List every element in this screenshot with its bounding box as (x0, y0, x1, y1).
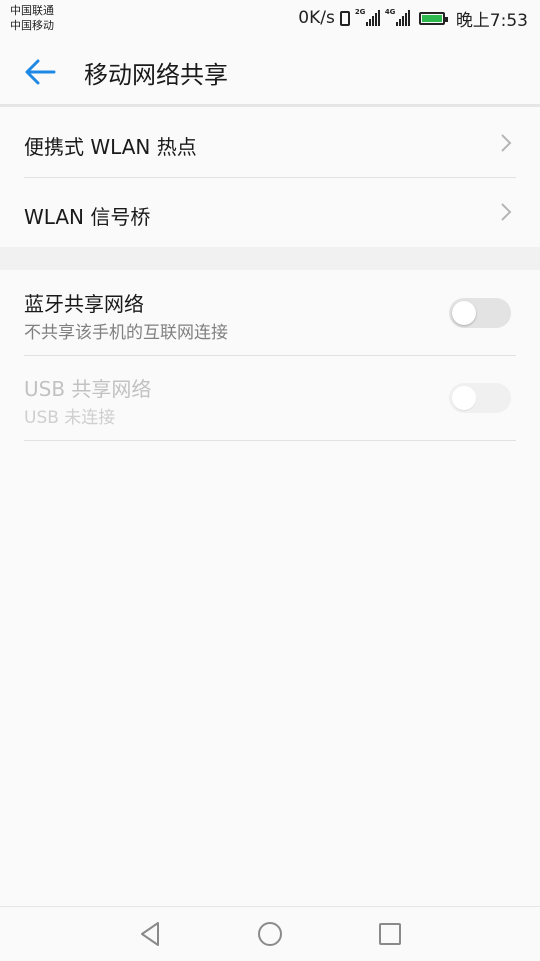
list-item-wlan-hotspot[interactable]: 便携式 WLAN 热点 (0, 107, 540, 178)
usb-tethering-toggle (449, 383, 511, 413)
section-separator (0, 247, 540, 270)
bluetooth-tethering-subtitle: 不共享该手机的互联网连接 (24, 323, 228, 343)
status-bar: 中国联通 中国移动 0K/s 2G 4G 晚上7:53 (0, 0, 540, 36)
sim1-network-type: 2G (354, 8, 366, 16)
arrow-left-icon (25, 59, 56, 85)
square-recents-icon[interactable] (373, 917, 407, 951)
triangle-back-icon[interactable] (134, 917, 168, 951)
back-button[interactable] (20, 52, 60, 92)
carrier-2: 中国移动 (10, 19, 54, 32)
toggle-knob (452, 386, 476, 410)
circle-home-icon[interactable] (253, 917, 287, 951)
carrier-labels: 中国联通 中国移动 (10, 3, 54, 33)
app-bar: 移动网络共享 (0, 36, 540, 106)
page-title: 移动网络共享 (84, 61, 228, 89)
usb-tethering-label: USB 共享网络 (24, 377, 152, 401)
battery-icon (418, 11, 448, 25)
chevron-right-icon (501, 134, 512, 152)
divider (24, 440, 516, 441)
signal-sim2-icon: 4G (384, 8, 410, 26)
vibrate-icon (339, 10, 350, 26)
usb-tethering-subtitle: USB 未连接 (24, 408, 116, 428)
wlan-hotspot-label: 便携式 WLAN 热点 (24, 135, 197, 159)
sim2-network-type: 4G (384, 8, 396, 16)
bluetooth-tethering-label: 蓝牙共享网络 (24, 292, 144, 316)
signal-sim1-icon: 2G (354, 8, 380, 26)
wlan-bridge-label: WLAN 信号桥 (24, 205, 151, 229)
clock: 晚上7:53 (455, 10, 528, 31)
system-nav-bar (0, 906, 540, 961)
toggle-knob (452, 301, 476, 325)
list-item-usb-tethering: USB 共享网络 USB 未连接 (0, 356, 540, 441)
chevron-right-icon (501, 203, 512, 221)
battery-level (421, 14, 442, 22)
net-speed: 0K/s (298, 8, 335, 28)
list-item-wlan-bridge[interactable]: WLAN 信号桥 (0, 178, 540, 247)
carrier-1: 中国联通 (10, 4, 54, 17)
status-icons: 0K/s 2G 4G 晚上7:53 (298, 7, 528, 31)
bluetooth-tethering-toggle[interactable] (449, 298, 511, 328)
list-item-bluetooth-tethering: 蓝牙共享网络 不共享该手机的互联网连接 (0, 270, 540, 356)
